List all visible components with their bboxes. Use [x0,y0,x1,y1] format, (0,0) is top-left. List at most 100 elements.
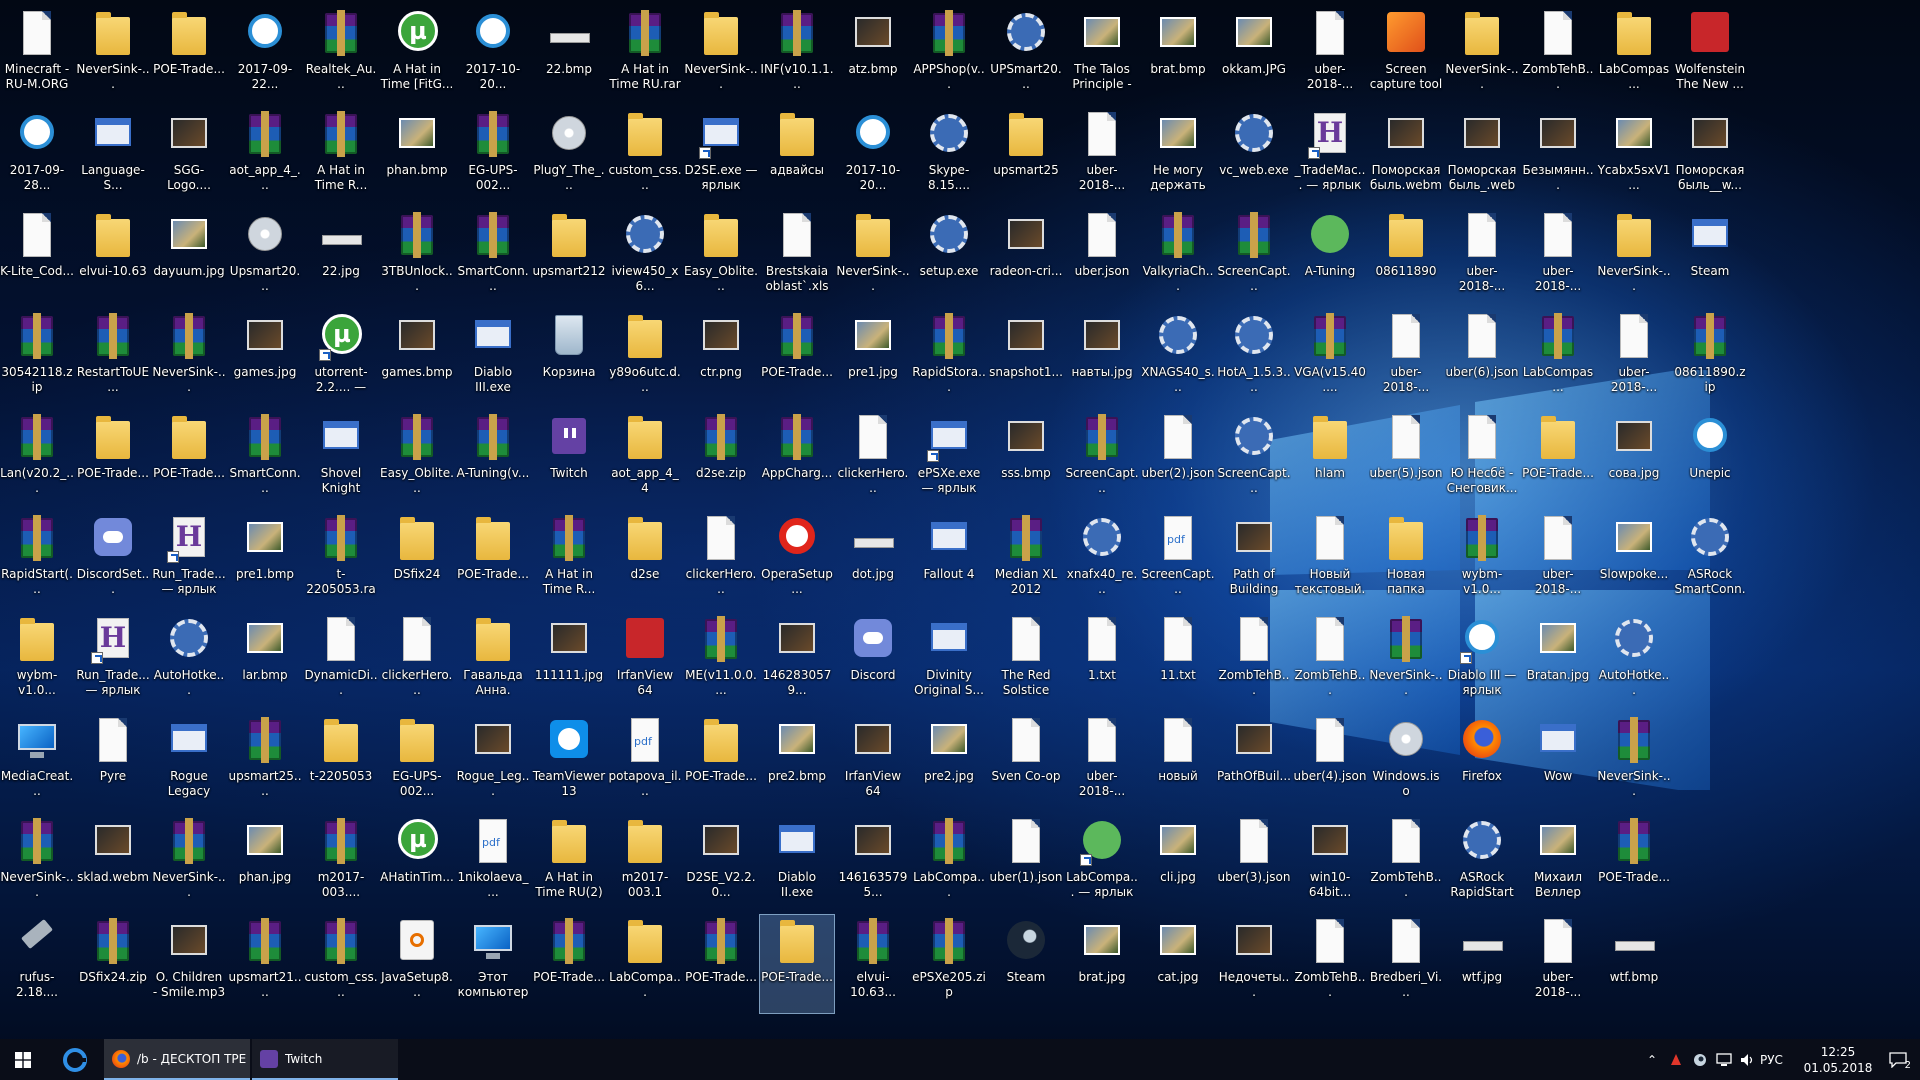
network-button[interactable] [1712,1039,1736,1080]
desktop-icon[interactable]: ScreenCapt... [1065,411,1139,509]
taskbar-task-button[interactable]: /b - ДЕСКТОП ТРЕ... [104,1039,250,1080]
desktop-icon[interactable]: Недочеты... [1217,915,1291,1013]
desktop-icon[interactable]: upsmart25.... [228,714,302,812]
desktop-icon[interactable]: ScreenCapt... [1217,209,1291,307]
desktop-icon[interactable]: O. Children - Smile.mp3 [152,915,226,1013]
desktop-icon[interactable]: RestartToUE... [76,310,150,408]
desktop-icon[interactable]: aot_app_4_... [228,108,302,206]
desktop-icon[interactable]: Bredberi_Vi... [1369,915,1443,1013]
desktop-icon[interactable]: Новая папка [1369,512,1443,610]
desktop-icon[interactable]: A Hat in Time R... [304,108,378,206]
desktop-icon[interactable]: SmartConn... [456,209,530,307]
desktop-icon[interactable]: APPShop(v... [912,7,986,105]
desktop-icon[interactable]: lar.bmp [228,613,302,711]
desktop-icon[interactable]: cli.jpg [1141,815,1215,913]
input-language-indicator[interactable]: РУС [1760,1039,1800,1080]
desktop-icon[interactable]: upsmart21.... [228,915,302,1013]
desktop-icon[interactable]: uber-2018-... [1445,209,1519,307]
desktop-icon[interactable]: Steam [989,915,1063,1013]
action-center-button[interactable]: 2 [1876,1039,1920,1080]
desktop-icon[interactable]: 1462830579... [760,613,834,711]
desktop-icon[interactable]: Slowpoke... [1597,512,1671,610]
desktop-icon[interactable]: POE-Trade... [456,512,530,610]
desktop-icon[interactable]: EG-UPS-002... [380,714,454,812]
desktop-icon[interactable]: LabCompas... [1597,7,1671,105]
desktop-icon[interactable]: INF(v10.1.1... [760,7,834,105]
desktop-icon[interactable]: NeverSink-... [1597,209,1671,307]
desktop-icon[interactable]: ePSXe205.zip [912,915,986,1013]
desktop-icon[interactable]: uber-2018-... [1369,310,1443,408]
desktop-icon[interactable]: 1nikolaeva_... [456,815,530,913]
desktop-icon[interactable]: t-2205053 [304,714,378,812]
volume-button[interactable] [1736,1039,1760,1080]
desktop-icon[interactable]: brat.bmp [1141,7,1215,105]
desktop-icon[interactable]: y89o6utc.d... [608,310,682,408]
desktop-icon[interactable]: d2se [608,512,682,610]
desktop-icon[interactable]: Easy_Oblite... [684,209,758,307]
desktop-icon[interactable]: VGA(v15.40.... [1293,310,1367,408]
desktop-icon[interactable]: Lan(v20.2_... [0,411,74,509]
desktop-icon[interactable]: SmartConn... [228,411,302,509]
desktop-icon[interactable]: radeon-cri... [989,209,1063,307]
desktop-icon[interactable]: HotA_1.5.3.... [1217,310,1291,408]
desktop-icon[interactable]: NeverSink-... [76,7,150,105]
desktop-icon[interactable]: RapidStart(... [0,512,74,610]
desktop-icon[interactable]: Diablo II.exe [760,815,834,913]
desktop-icon[interactable]: Михаил Веллер Пут... [1521,815,1595,913]
desktop-icon[interactable]: POE-Trade... [760,310,834,408]
desktop-icon[interactable]: ZombTehB... [1217,613,1291,711]
desktop-icon[interactable]: dayuum.jpg [152,209,226,307]
desktop-icon[interactable]: clickerHero... [684,512,758,610]
desktop-icon[interactable]: ME(v11.0.0.... [684,613,758,711]
desktop-icon[interactable]: hlam [1293,411,1367,509]
desktop-icon[interactable]: Unepic [1673,411,1747,509]
desktop-icon[interactable]: clickerHero... [380,613,454,711]
desktop-icon[interactable]: elvui-10.63 [76,209,150,307]
desktop-icon[interactable]: POE-Trade... [759,914,835,1014]
desktop-icon[interactable]: upsmart212 [532,209,606,307]
desktop-icon[interactable]: AppCharg... [760,411,834,509]
desktop-icon[interactable]: 08611890 [1369,209,1443,307]
desktop-icon[interactable]: OperaSetup... [760,512,834,610]
desktop-icon[interactable]: NeverSink-... [0,815,74,913]
desktop-icon[interactable]: 30542118.zip [0,310,74,408]
tray-app-button[interactable] [1664,1039,1688,1080]
show-hidden-icons-button[interactable]: ⌃ [1640,1039,1664,1080]
desktop-icon[interactable]: ctr.png [684,310,758,408]
desktop-icon[interactable]: 22.jpg [304,209,378,307]
desktop-icon[interactable]: TeamViewer 13 [532,714,606,812]
clock[interactable]: 12:25 01.05.2018 [1800,1044,1876,1076]
desktop-icon[interactable]: uber.json [1065,209,1139,307]
desktop-icon[interactable]: potapova_il... [608,714,682,812]
desktop-icon[interactable]: Sven Co-op [989,714,1063,812]
desktop-icon[interactable]: NeverSink-... [1369,613,1443,711]
desktop-icon[interactable]: Skype-8.15.... [912,108,986,206]
desktop-icon[interactable]: JavaSetup8... [380,915,454,1013]
desktop-icon[interactable]: 2017-09-22... [228,7,302,105]
desktop-icon[interactable]: A-Tuning(v... [456,411,530,509]
desktop-icon[interactable]: D2SE_V2.2.0... [684,815,758,913]
desktop-icon[interactable]: Screen capture tool [1369,7,1443,105]
desktop-icon[interactable]: pre2.bmp [760,714,834,812]
desktop-icon[interactable]: Гавальда Анна. Про... [456,613,530,711]
desktop-icon[interactable]: Fallout 4 [912,512,986,610]
desktop-icon[interactable]: DSfix24 [380,512,454,610]
desktop-icon[interactable]: Realtek_Au... [304,7,378,105]
desktop-icon[interactable]: 2017-10-20... [456,7,530,105]
desktop-icon[interactable]: XNAGS40_s... [1141,310,1215,408]
desktop-icon[interactable]: Поморская быль_.webm [1445,108,1519,206]
desktop-icon[interactable]: 08611890.zip [1673,310,1747,408]
desktop-icon[interactable]: Windows.iso [1369,714,1443,812]
desktop-icon[interactable]: SGG-Logo.... [152,108,226,206]
desktop-icon[interactable]: PathOfBuil... [1217,714,1291,812]
desktop-icon[interactable]: wybm-v1.0... [1445,512,1519,610]
desktop-icon[interactable]: cat.jpg [1141,915,1215,1013]
desktop-icon[interactable]: ASRock SmartConn... [1673,512,1747,610]
desktop-icon[interactable]: d2se.zip [684,411,758,509]
desktop-icon[interactable]: µ AHatinTim... [380,815,454,913]
desktop-icon[interactable]: okkam.JPG [1217,7,1291,105]
desktop-icon[interactable]: Не могу держать г... [1141,108,1215,206]
desktop-icon[interactable]: aot_app_4_4 [608,411,682,509]
desktop-icon[interactable]: m2017-003.... [304,815,378,913]
desktop-icon[interactable]: ASRock RapidStart [1445,815,1519,913]
